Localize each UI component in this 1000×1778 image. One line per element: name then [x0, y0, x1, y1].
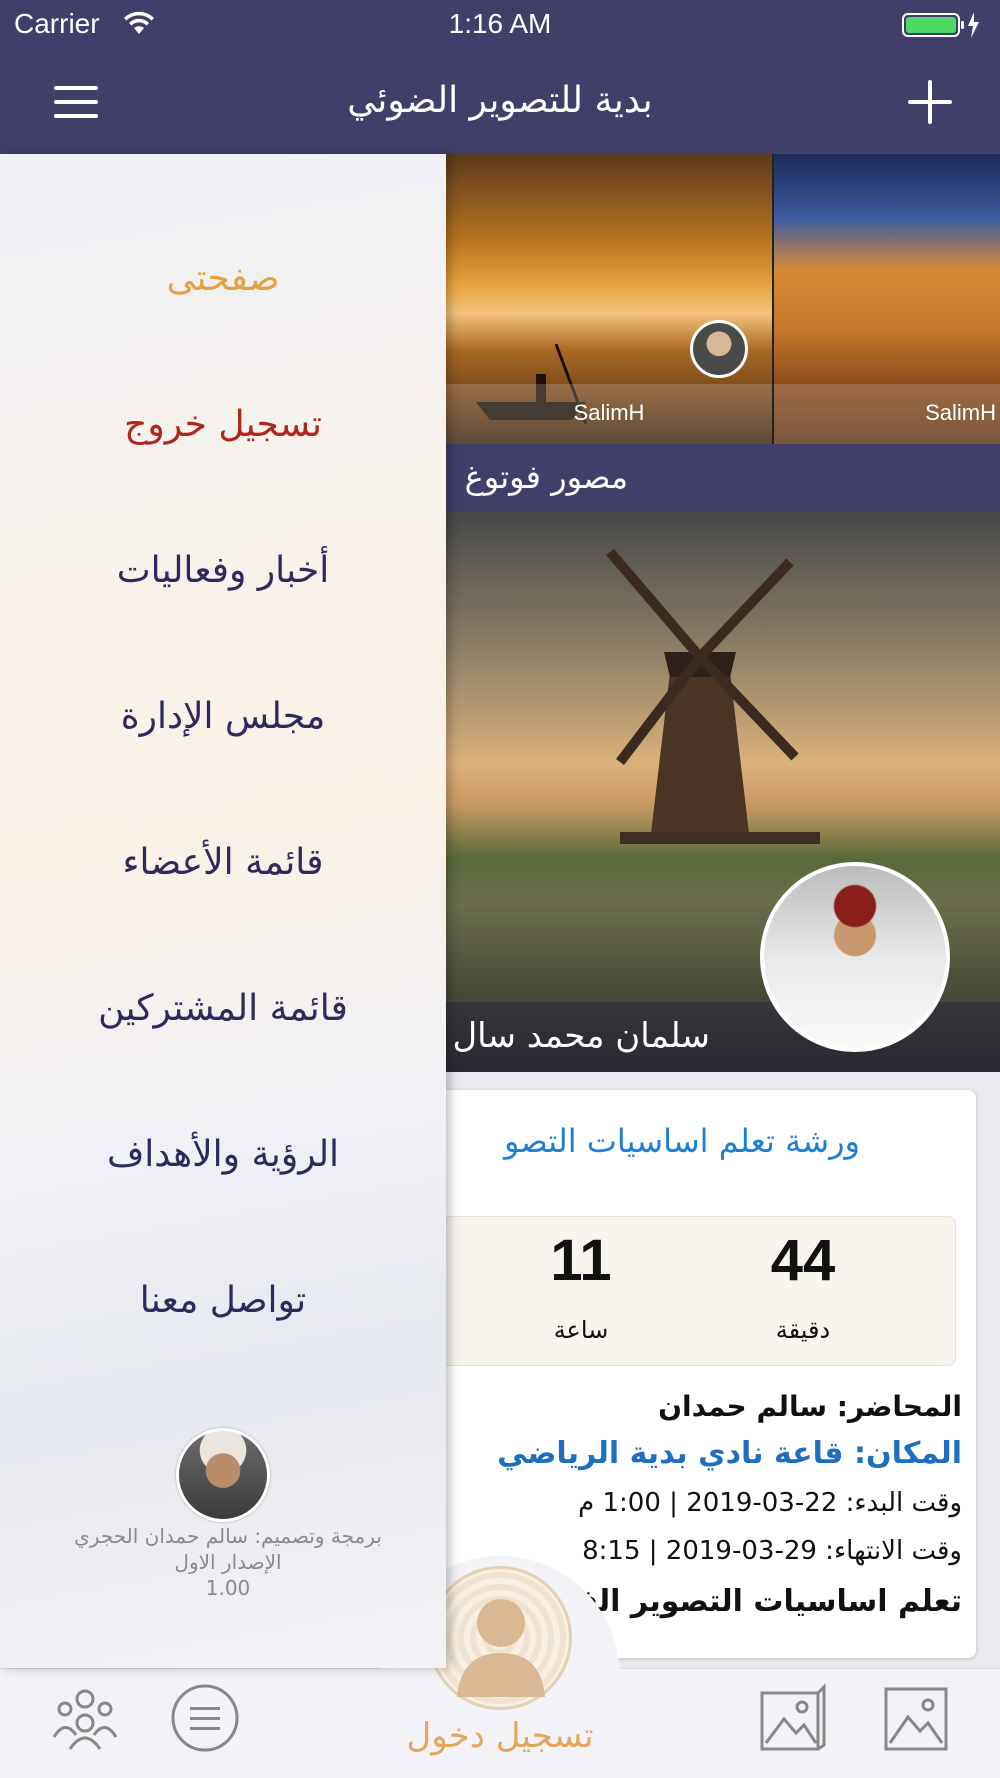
- photo-caption: SalimH: [774, 384, 1000, 444]
- drawer-item-subscribers[interactable]: قائمة المشتركين: [0, 988, 446, 1029]
- photo-icon[interactable]: [882, 1683, 952, 1753]
- status-bar: Carrier 1:16 AM: [0, 0, 1000, 50]
- user-placeholder-icon: [457, 1599, 545, 1697]
- battery-icon: [902, 12, 979, 38]
- drawer-item-board[interactable]: مجلس الإدارة: [0, 696, 446, 737]
- gallery-photo[interactable]: SalimH: [446, 154, 772, 444]
- countdown-panel: 44 دقيقة 11 ساعة: [440, 1216, 956, 1366]
- event-topic: تعلم اساسيات التصوير الف: [563, 1584, 962, 1619]
- developer-avatar: [176, 1428, 270, 1522]
- drawer-item-logout[interactable]: تسجيل خروج: [0, 404, 446, 445]
- countdown-minutes: 44 دقيقة: [743, 1227, 863, 1344]
- drawer-item-news[interactable]: أخبار وفعاليات: [0, 550, 446, 591]
- countdown-hours: 11 ساعة: [521, 1227, 641, 1344]
- gallery-icon[interactable]: [758, 1683, 828, 1753]
- version-number: 1.00: [205, 1576, 251, 1600]
- event-title[interactable]: ورشة تعلم اساسيات التصو: [504, 1122, 860, 1160]
- drawer-item-contact[interactable]: تواصل معنا: [0, 1280, 446, 1321]
- drawer-item-vision[interactable]: الرؤية والأهداف: [0, 1134, 446, 1175]
- developer-credit: برمجة وتصميم: سالم حمدان الحجري: [74, 1524, 382, 1548]
- drawer-item-members[interactable]: قائمة الأعضاء: [0, 842, 446, 883]
- event-lecturer: المحاضر: سالم حمدان: [658, 1390, 962, 1423]
- gallery-photo[interactable]: SalimH: [774, 154, 1000, 444]
- photographer-avatar-large[interactable]: [760, 862, 950, 1052]
- countdown-unit: ساعة: [553, 1316, 609, 1344]
- hamburger-menu-icon[interactable]: [52, 82, 100, 122]
- countdown-value: 44: [770, 1228, 836, 1293]
- clock: 1:16 AM: [448, 8, 552, 39]
- side-drawer: صفحتى تسجيل خروج أخبار وفعاليات مجلس الإ…: [0, 154, 446, 1668]
- event-place[interactable]: المكان: قاعة نادي بدية الرياضي: [497, 1436, 962, 1471]
- list-icon[interactable]: [170, 1683, 240, 1753]
- countdown-value: 11: [550, 1228, 612, 1293]
- windmill-illustration: [606, 548, 820, 844]
- event-start-time: وقت البدء: 22-03-2019 | 1:00 م: [578, 1488, 962, 1518]
- photo-caption: SalimH: [446, 384, 772, 444]
- countdown-unit: دقيقة: [775, 1316, 831, 1344]
- page-title: بدية للتصوير الضوئي: [347, 80, 653, 121]
- nav-bar: بدية للتصوير الضوئي: [0, 50, 1000, 154]
- event-end-time: وقت الانتهاء: 29-03-2019 | 8:15: [582, 1536, 962, 1566]
- section-title: مصور فوتوغ: [464, 458, 628, 496]
- add-icon[interactable]: [906, 78, 954, 126]
- version-label: الإصدار الاول: [174, 1550, 282, 1574]
- photographer-name: سلمان محمد سال: [452, 1016, 710, 1056]
- members-icon[interactable]: [50, 1683, 120, 1753]
- photographer-avatar[interactable]: [690, 320, 748, 378]
- login-button[interactable]: تسجيل دخول: [380, 1716, 620, 1756]
- drawer-item-my-page[interactable]: صفحتى: [0, 258, 446, 299]
